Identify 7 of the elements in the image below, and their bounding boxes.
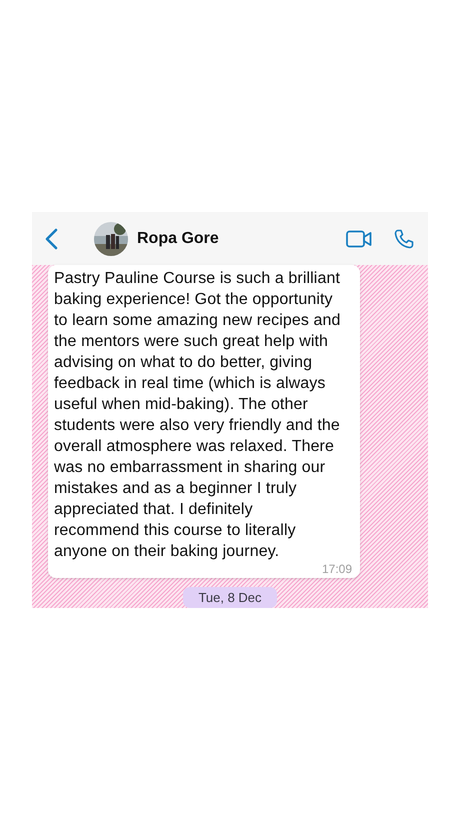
message-time: 17:09 xyxy=(322,562,352,576)
message-text: Pastry Pauline Course is such a brilliant baking experience! Got the opportunity to learn some amazing new recipes and the mentors were such great help with advising on what to do better, giving feedback in real time (which is always useful when mid-baking). The other students were also very friendly and the overall atmosphere was relaxed. There was no embarrassment in sharing our mistakes and as a beginner I truly appreciated that. I definitely recommend this course to literally anyone on their baking journey. xyxy=(54,269,342,562)
back-icon[interactable] xyxy=(44,228,58,250)
video-call-icon[interactable] xyxy=(346,230,372,248)
contact-name: Ropa Gore xyxy=(137,228,219,248)
date-label: Tue, 8 Dec xyxy=(183,587,277,608)
phone-icon[interactable] xyxy=(394,228,414,248)
